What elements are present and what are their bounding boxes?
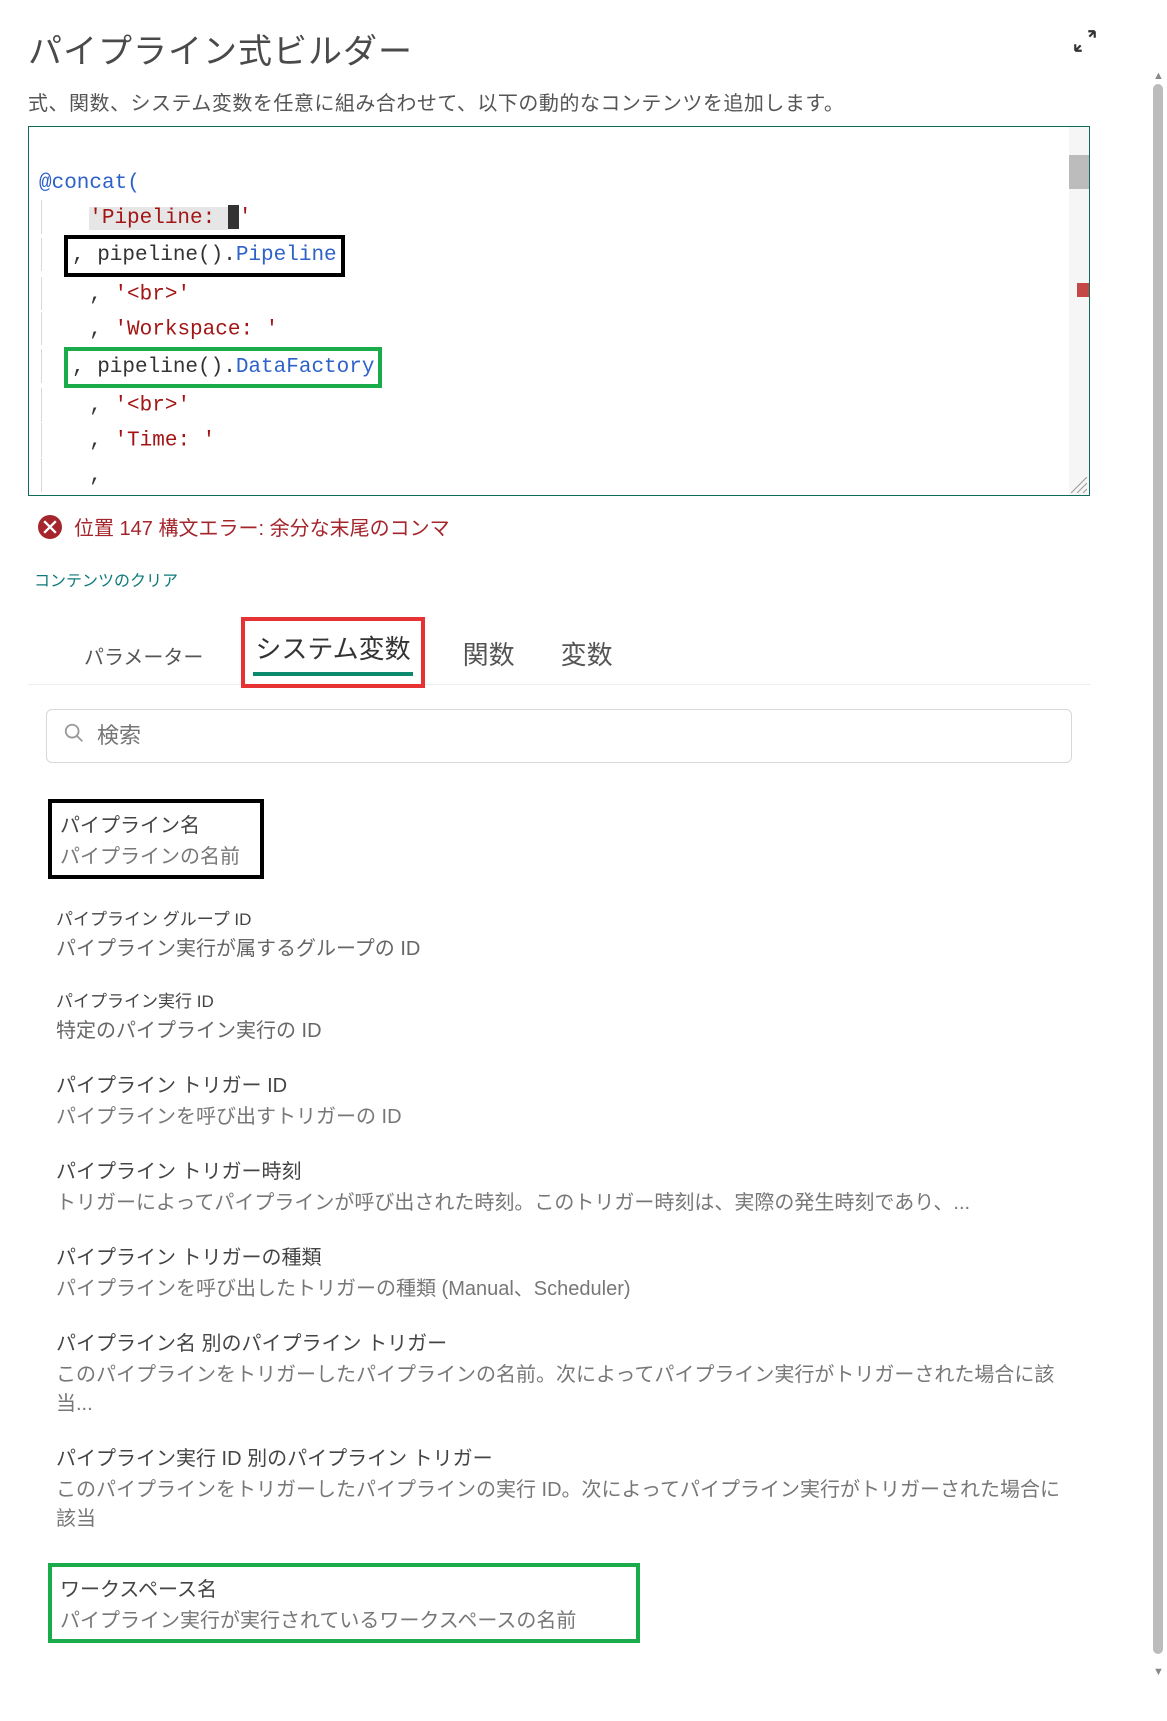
editor-scrollbar[interactable] (1069, 127, 1089, 495)
code-token: ' (239, 207, 252, 230)
item-title: パイプライン トリガー ID (56, 1069, 1062, 1098)
tab-functions[interactable]: 関数 (455, 625, 523, 684)
annotation-green-box: , pipeline().DataFactory (64, 347, 382, 389)
item-desc: 特定のパイプライン実行の ID (56, 1014, 1062, 1043)
scroll-down-icon[interactable]: ▼ (1153, 1666, 1163, 1678)
page-scrollbar[interactable]: ▲ ▼ (1153, 74, 1163, 1674)
resize-handle[interactable] (1071, 477, 1087, 493)
item-title: パイプライン トリガーの種類 (56, 1241, 1062, 1270)
item-desc: このパイプラインをトリガーしたパイプラインの実行 ID。次によってパイプライン実… (56, 1473, 1062, 1531)
annotation-black-box: パイプライン名 パイプラインの名前 (48, 799, 264, 879)
error-message: 位置 147 構文エラー: 余分な末尾のコンマ (28, 506, 1090, 547)
tab-bar: パラメーター システム変数 関数 変数 (28, 617, 1090, 685)
list-item[interactable]: パイプライン トリガー ID パイプラインを呼び出すトリガーの ID (56, 1057, 1062, 1143)
cursor (228, 205, 239, 229)
item-desc: このパイプラインをトリガーしたパイプラインの名前。次によってパイプライン実行がト… (56, 1358, 1062, 1416)
list-item[interactable]: パイプライン トリガー時刻 トリガーによってパイプラインが呼び出された時刻。この… (56, 1143, 1062, 1229)
item-title: パイプライン グループ ID (56, 905, 1062, 930)
annotation-red-box: システム変数 (241, 617, 424, 688)
item-title: ワークスペース名 (60, 1573, 576, 1602)
code-token: '<br>' (114, 395, 190, 418)
system-variable-list: パイプライン名 パイプラインの名前 パイプライン グループ ID パイプライン実… (28, 787, 1090, 1697)
code-token: , (89, 283, 114, 306)
list-item[interactable]: パイプライン名 別のパイプライン トリガー このパイプラインをトリガーしたパイプ… (56, 1315, 1062, 1430)
annotation-green-box: ワークスペース名 パイプライン実行が実行されているワークスペースの名前 (48, 1563, 640, 1643)
tab-system-variables[interactable]: システム変数 (253, 625, 412, 676)
code-token: @concat( (39, 172, 140, 195)
item-desc: パイプラインの名前 (60, 840, 240, 869)
expression-editor[interactable]: @concat( 'Pipeline: ' , pipeline().Pipel… (28, 126, 1090, 496)
search-icon (63, 722, 85, 750)
search-box[interactable] (46, 709, 1072, 763)
tab-parameters[interactable]: パラメーター (76, 631, 211, 684)
item-title: パイプライン トリガー時刻 (56, 1155, 1062, 1184)
code-token: , (89, 464, 102, 487)
list-item[interactable]: パイプライン名 パイプラインの名前 (56, 787, 1062, 893)
item-desc: パイプライン実行が実行されているワークスペースの名前 (60, 1604, 576, 1633)
error-icon (38, 515, 62, 539)
code-token: 'Pipeline: (89, 207, 228, 230)
code-token: 'Time: ' (114, 429, 215, 452)
list-item[interactable]: パイプライン実行 ID 特定のパイプライン実行の ID (56, 975, 1062, 1057)
error-text: 位置 147 構文エラー: 余分な末尾のコンマ (74, 512, 450, 541)
search-input[interactable] (97, 723, 1055, 749)
item-title: パイプライン実行 ID (56, 987, 1062, 1012)
code-token: , (89, 318, 114, 341)
item-desc: パイプラインを呼び出したトリガーの種類 (Manual、Scheduler) (56, 1272, 1062, 1301)
code-token: , (89, 429, 114, 452)
list-item[interactable]: パイプライン実行 ID 別のパイプライン トリガー このパイプラインをトリガーし… (56, 1430, 1062, 1545)
clear-content-link[interactable]: コンテンツのクリア (28, 567, 178, 591)
code-token: 'Workspace: ' (114, 318, 278, 341)
page-title: パイプライン式ビルダー (28, 24, 1090, 73)
item-desc: パイプラインを呼び出すトリガーの ID (56, 1100, 1062, 1129)
page-subtitle: 式、関数、システム変数を任意に組み合わせて、以下の動的なコンテンツを追加します。 (28, 87, 1090, 116)
item-title: パイプライン実行 ID 別のパイプライン トリガー (56, 1442, 1062, 1471)
annotation-black-box: , pipeline().Pipeline (64, 235, 345, 277)
expand-icon[interactable] (1072, 28, 1098, 54)
item-title: パイプライン名 別のパイプライン トリガー (56, 1327, 1062, 1356)
scroll-up-icon[interactable]: ▲ (1153, 70, 1163, 82)
item-desc: パイプライン実行が属するグループの ID (56, 932, 1062, 961)
list-item[interactable]: ワークスペース名 パイプライン実行が実行されているワークスペースの名前 (56, 1545, 1062, 1657)
code-token: '<br>' (114, 283, 190, 306)
code-token: , (89, 395, 114, 418)
item-desc: トリガーによってパイプラインが呼び出された時刻。このトリガー時刻は、実際の発生時… (56, 1186, 1062, 1215)
list-item[interactable]: パイプライン グループ ID パイプライン実行が属するグループの ID (56, 893, 1062, 975)
list-item[interactable]: パイプライン トリガーの種類 パイプラインを呼び出したトリガーの種類 (Manu… (56, 1229, 1062, 1315)
tab-variables[interactable]: 変数 (553, 625, 621, 684)
item-title: パイプライン名 (60, 809, 240, 838)
